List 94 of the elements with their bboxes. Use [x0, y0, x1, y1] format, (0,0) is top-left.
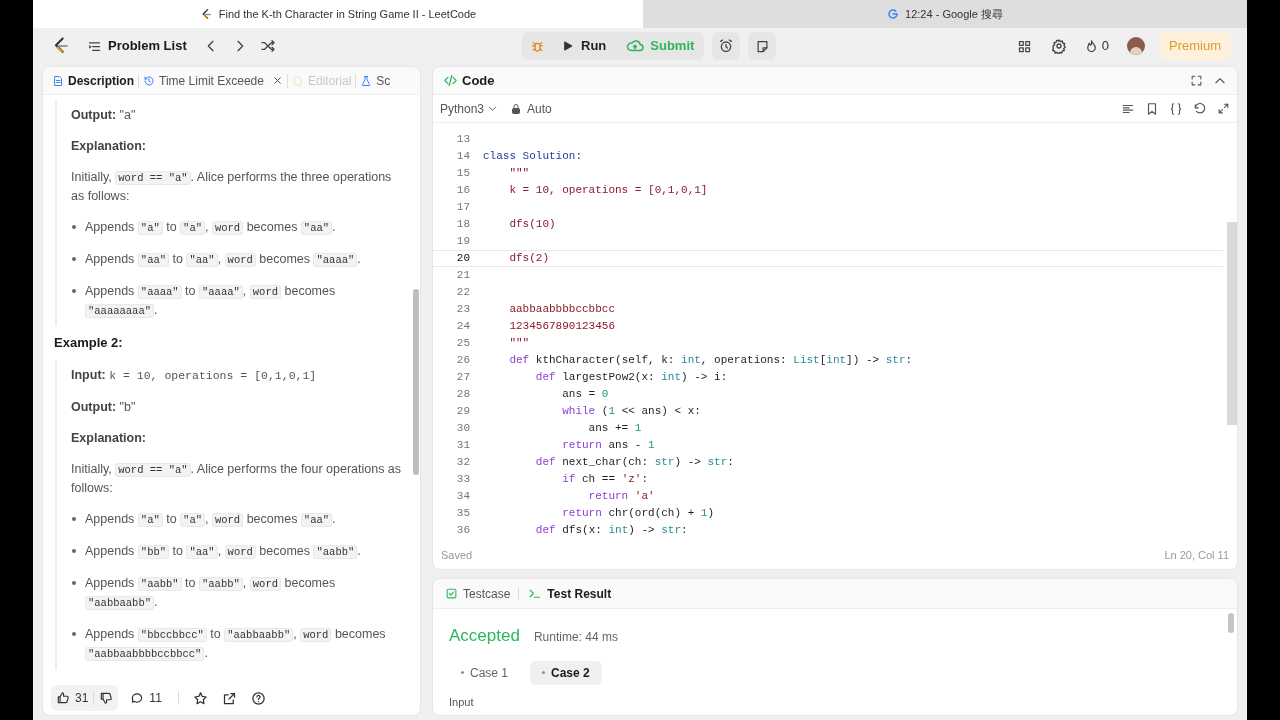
code-line[interactable]: 20 dfs(2) — [433, 250, 1223, 267]
code-line[interactable]: 13 — [433, 131, 1223, 148]
panel-tab[interactable]: Time Limit Exceede — [140, 67, 286, 95]
code-line[interactable]: 36 def dfs(x: int) -> str: — [433, 522, 1223, 539]
thumbs-down-icon — [99, 691, 114, 705]
undo-icon[interactable] — [1193, 101, 1207, 116]
code-line[interactable]: 15 """ — [433, 165, 1223, 182]
result-tab[interactable]: Testcase — [443, 584, 513, 603]
explanation-text: Initially, word == "a" . Alice performs the three operations as follows: — [71, 168, 393, 205]
input-label: Input — [449, 694, 475, 710]
code-line[interactable]: 23 aabbaabbbbccbbcc — [433, 301, 1223, 318]
code-line[interactable]: 19 — [433, 233, 1223, 250]
browser-tab[interactable]: Find the K-th Character in String Game II - LeetCode — [33, 0, 643, 28]
play-icon — [562, 40, 574, 52]
code-line[interactable]: 33 if ch == 'z': — [433, 471, 1223, 488]
example-line: Output: "b" — [71, 399, 137, 416]
case-tab[interactable]: Case 1 — [449, 660, 521, 685]
explanation-label: Explanation: — [71, 137, 147, 155]
verdict: Accepted — [449, 625, 520, 647]
step-text: Appends "bb" to "aa" , word becomes "aabb" . — [85, 543, 361, 561]
note-icon — [754, 38, 770, 54]
step-text: Appends "bbccbbcc" to "aabbaabb" , word becomes "aabbaabbbbccbbcc" . — [85, 626, 387, 663]
example-heading: Example 2: — [54, 334, 124, 352]
document-icon — [52, 74, 64, 87]
result-tab[interactable]: Test Result — [525, 584, 614, 603]
scrollbar[interactable] — [413, 289, 419, 475]
code-line[interactable]: 30 ans += 1 — [433, 420, 1223, 437]
lock-icon — [510, 102, 523, 115]
shuffle-icon[interactable] — [259, 38, 276, 54]
code-line[interactable]: 14 class Solution: — [433, 148, 1223, 165]
flask-icon — [360, 74, 373, 87]
panel-tab[interactable]: Description — [49, 67, 137, 95]
braces-icon[interactable] — [1169, 101, 1183, 116]
help-icon[interactable] — [250, 690, 266, 706]
code-line[interactable]: 35 return chr(ord(ch) + 1) — [433, 505, 1223, 522]
code-line[interactable]: 21 — [433, 267, 1223, 284]
code-tab[interactable]: Code — [443, 70, 495, 91]
timer-button[interactable] — [712, 32, 741, 60]
explanation-text: Initially, word == "a" . Alice performs the four operations as follows: — [71, 461, 403, 497]
book-icon — [291, 74, 304, 87]
code-line[interactable]: 16 k = 10, operations = [0,1,0,1] — [433, 182, 1223, 199]
scrollbar[interactable] — [1227, 222, 1237, 425]
code-line[interactable]: 32 def next_char(ch: str) -> str: — [433, 454, 1223, 471]
code-line[interactable]: 29 while (1 << ans) < x: — [433, 403, 1223, 420]
step-text: Appends "a" to "a" , word becomes "aa" . — [85, 218, 336, 237]
example-line: Input: k = 10, operations = [0,1,0,1] — [71, 367, 318, 384]
expand-icon[interactable] — [1217, 102, 1230, 115]
avatar[interactable] — [1127, 37, 1145, 55]
code-line[interactable]: 27 def largestPow2(x: int) -> i: — [433, 369, 1223, 386]
chevron-down-icon — [487, 103, 499, 114]
code-icon — [443, 73, 458, 88]
case-tab[interactable]: Case 2 — [530, 660, 602, 685]
comment-icon — [130, 691, 145, 705]
example-line: Output: "a" — [71, 106, 137, 124]
bookmark-icon[interactable] — [1145, 101, 1159, 116]
save-status: Saved — [441, 547, 473, 563]
run-button[interactable]: Run — [552, 32, 617, 60]
streak-counter[interactable]: 0 — [1083, 36, 1109, 56]
step-text: Appends "aaaa" to "aaaa" , word becomes "aaaaaaaa" . — [85, 282, 337, 320]
problem-list-button[interactable]: Problem List — [87, 36, 187, 56]
scrollbar[interactable] — [1228, 613, 1234, 633]
star-icon[interactable] — [192, 690, 208, 706]
panel-tab[interactable]: Sc — [357, 67, 394, 95]
share-icon[interactable] — [221, 690, 237, 706]
step-text: Appends "a" to "a" , word becomes "aa" . — [85, 511, 336, 529]
code-line[interactable]: 25 """ — [433, 335, 1223, 352]
layout-grid-icon[interactable] — [1016, 38, 1032, 54]
runtime-text: Runtime: 44 ms — [533, 629, 618, 646]
code-line[interactable]: 34 return 'a' — [433, 488, 1223, 505]
terminal-icon — [527, 587, 543, 600]
auto-mode-button[interactable]: Auto — [510, 99, 552, 118]
code-line[interactable]: 24 1234567890123456 — [433, 318, 1223, 335]
alarm-clock-icon — [718, 38, 735, 54]
browser-tab[interactable]: 12:24 - Google 搜尋 — [643, 0, 1247, 28]
history-icon — [143, 74, 155, 87]
code-line[interactable]: 18 dfs(10) — [433, 216, 1223, 233]
checkbox-icon — [445, 587, 458, 600]
notes-button[interactable] — [748, 32, 777, 60]
explanation-label: Explanation: — [71, 430, 147, 447]
close-icon[interactable] — [271, 75, 283, 86]
cursor-position: Ln 20, Col 11 — [1164, 547, 1229, 563]
thumbs-up-icon — [56, 691, 70, 705]
code-line[interactable]: 17 — [433, 199, 1223, 216]
code-line[interactable]: 28 ans = 0 — [433, 386, 1223, 403]
code-line[interactable]: 22 — [433, 284, 1223, 301]
step-text: Appends "aa" to "aa" , word becomes "aaaa" . — [85, 250, 361, 269]
code-line[interactable]: 31 return ans - 1 — [433, 437, 1223, 454]
step-text: Appends "aabb" to "aabb" , word becomes "aabbaabb" . — [85, 575, 337, 612]
code-line[interactable]: 26 def kthCharacter(self, k: int, operations: List[int]) -> str: — [433, 352, 1223, 369]
google-icon — [887, 8, 900, 20]
fullscreen-icon[interactable] — [1190, 74, 1203, 87]
settings-icon[interactable] — [1050, 38, 1067, 54]
comments-button[interactable]: 11 — [124, 689, 168, 707]
language-dropdown[interactable]: Python3 — [440, 99, 499, 118]
